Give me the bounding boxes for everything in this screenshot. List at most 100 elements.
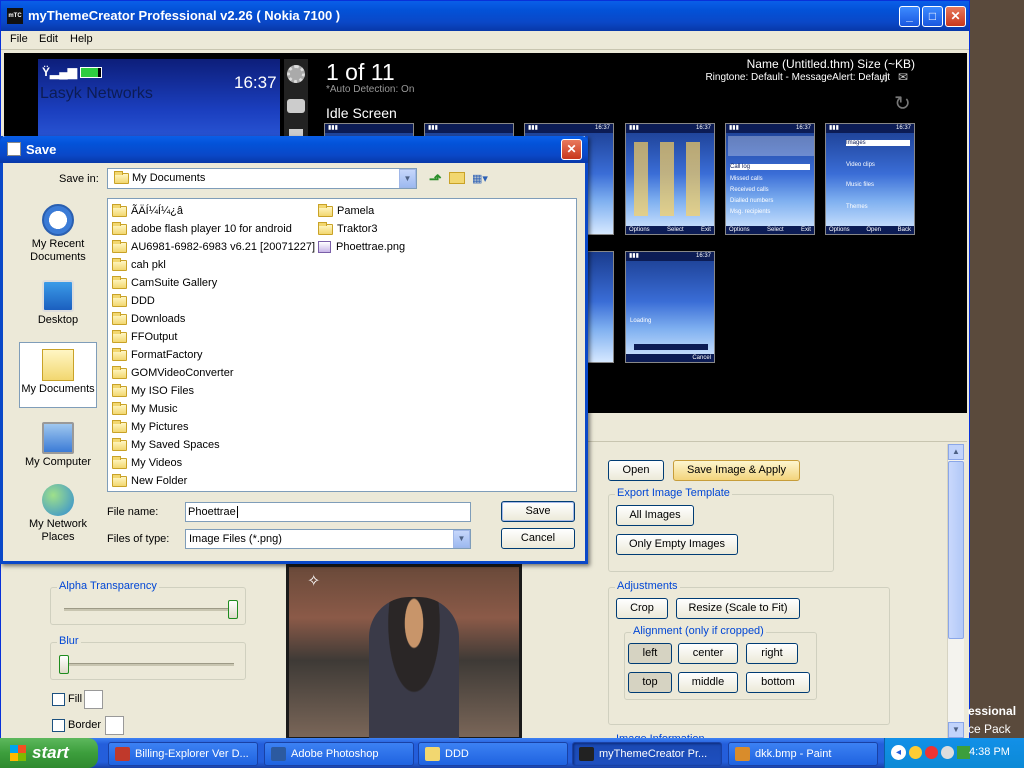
menu-help[interactable]: Help [70, 33, 93, 45]
thumbnail-call-log[interactable]: ▮▮▮ 16:37 Call log Missed calls Received… [725, 123, 815, 235]
list-item[interactable]: My Music [112, 400, 177, 418]
border-checkbox[interactable] [52, 719, 65, 732]
align-left-button[interactable]: left [628, 643, 672, 664]
message-alert-icon: ✉ [898, 70, 909, 84]
file-name-label: File name: [107, 506, 159, 518]
main-title-bar[interactable]: mTC myThemeCreator Professional v2.26 ( … [1, 1, 969, 31]
place-my-computer[interactable]: My Computer [13, 422, 103, 469]
list-item[interactable]: My Videos [112, 454, 182, 472]
list-item[interactable]: CamSuite Gallery [112, 274, 217, 292]
file-type-value: Image Files (*.png) [189, 533, 282, 545]
place-recent-documents[interactable]: My Recent Documents [13, 204, 103, 264]
app-icon [735, 747, 750, 761]
app-icon: mTC [7, 8, 23, 24]
list-item[interactable]: My ISO Files [112, 382, 194, 400]
taskbar-item[interactable]: myThemeCreator Pr... [572, 742, 722, 766]
thumbnail-loading[interactable]: ▮▮▮ 16:37 Loading Cancel [625, 251, 715, 363]
open-button[interactable]: Open [608, 460, 664, 481]
save-image-apply-button[interactable]: Save Image & Apply [673, 460, 800, 481]
list-item[interactable]: My Pictures [112, 418, 188, 436]
close-button[interactable]: ✕ [945, 6, 966, 27]
tray-icon-3[interactable] [941, 746, 954, 759]
list-item[interactable]: Phoettrae.png [318, 238, 405, 256]
fill-checkbox[interactable] [52, 693, 65, 706]
tray-icon-2[interactable] [925, 746, 938, 759]
clock[interactable]: 4:38 PM [969, 746, 1010, 758]
taskbar-item[interactable]: Billing-Explorer Ver D... [108, 742, 258, 766]
list-item[interactable]: FFOutput [112, 328, 177, 346]
list-item[interactable]: cah pkl [112, 256, 166, 274]
list-item[interactable]: DDD [112, 292, 155, 310]
refresh-icon[interactable]: ↻ [894, 91, 911, 116]
place-my-documents[interactable]: My Documents [19, 342, 97, 408]
blur-slider-track[interactable] [64, 663, 234, 666]
blur-slider-thumb[interactable] [59, 655, 69, 674]
align-right-button[interactable]: right [746, 643, 798, 664]
taskbar-item[interactable]: DDD [418, 742, 568, 766]
menu-edit[interactable]: Edit [39, 33, 58, 45]
list-item[interactable]: adobe flash player 10 for android [112, 220, 292, 238]
list-item[interactable]: AU6981-6982-6983 v6.21 [20071227] [112, 238, 315, 256]
fill-color-swatch[interactable] [84, 690, 103, 709]
menu-bar: File Edit Help [1, 31, 969, 50]
tray-icon-1[interactable] [909, 746, 922, 759]
align-bottom-button[interactable]: bottom [746, 672, 810, 693]
place-network[interactable]: My Network Places [13, 484, 103, 544]
battery-icon [80, 67, 102, 78]
border-color-swatch[interactable] [105, 716, 124, 735]
align-top-button[interactable]: top [628, 672, 672, 693]
dialog-close-button[interactable]: ✕ [561, 139, 582, 160]
tray-collapse-icon[interactable]: ◂ [891, 745, 906, 760]
image-file-icon [318, 241, 331, 254]
editor-scrollbar[interactable]: ▲ ▼ [947, 444, 964, 738]
minimize-button[interactable]: _ [899, 6, 920, 27]
alpha-slider-thumb[interactable] [228, 600, 238, 619]
file-type-chevron-icon[interactable]: ▼ [453, 530, 470, 548]
camera-icon[interactable] [287, 99, 305, 113]
list-item[interactable]: ÃÄÍ¼Í¼¿â [112, 202, 183, 220]
list-item[interactable]: New Folder [112, 472, 187, 490]
list-item[interactable]: Downloads [112, 310, 185, 328]
gear-icon[interactable] [287, 65, 305, 83]
align-center-button[interactable]: center [678, 643, 738, 664]
start-button[interactable]: start [0, 738, 98, 768]
list-item[interactable]: FormatFactory [112, 346, 203, 364]
taskbar-item[interactable]: Adobe Photoshop [264, 742, 414, 766]
file-list[interactable]: ÃÄÍ¼Í¼¿â adobe flash player 10 for androi… [107, 198, 577, 492]
scroll-thumb[interactable] [948, 461, 964, 639]
alpha-slider-track[interactable] [64, 608, 234, 611]
view-menu-icon[interactable]: ▦▾ [472, 172, 496, 186]
all-images-button[interactable]: All Images [616, 505, 694, 526]
file-name-input[interactable]: Phoettrae [185, 502, 471, 522]
operator-name: Lasyk Networks [40, 85, 153, 102]
list-item[interactable]: Traktor3 [318, 220, 378, 238]
up-folder-icon[interactable]: ⬏ [429, 170, 442, 188]
save-button[interactable]: Save [501, 501, 575, 522]
image-preview[interactable]: ✧ [286, 564, 522, 743]
only-empty-images-button[interactable]: Only Empty Images [616, 534, 738, 555]
align-middle-button[interactable]: middle [678, 672, 738, 693]
place-desktop[interactable]: Desktop [13, 280, 103, 327]
sparkle-icon: ✧ [307, 573, 321, 590]
list-item[interactable]: GOMVideoConverter [112, 364, 234, 382]
list-item[interactable]: Pamela [318, 202, 374, 220]
resize-button[interactable]: Resize (Scale to Fit) [676, 598, 800, 619]
taskbar-item[interactable]: dkk.bmp - Paint [728, 742, 878, 766]
phone-screen[interactable]: Ÿ▂▄▆ 16:37 Lasyk Networks [38, 59, 280, 145]
new-folder-icon[interactable] [449, 172, 465, 184]
app-icon [115, 747, 130, 761]
thumbnail-main-menu[interactable]: ▮▮▮ 16:37 Options Select Exit [625, 123, 715, 235]
scroll-up-button[interactable]: ▲ [948, 444, 964, 460]
list-item[interactable]: My Saved Spaces [112, 436, 220, 454]
save-in-dropdown[interactable]: My Documents ▼ [107, 168, 417, 189]
crop-button[interactable]: Crop [616, 598, 668, 619]
cancel-button[interactable]: Cancel [501, 528, 575, 549]
thumbnail-gallery[interactable]: ▮▮▮ 16:37 Images Video clips Music files… [825, 123, 915, 235]
maximize-button[interactable]: □ [922, 6, 943, 27]
menu-file[interactable]: File [10, 33, 28, 45]
scroll-down-button[interactable]: ▼ [948, 722, 964, 738]
app-icon [425, 747, 440, 761]
file-type-dropdown[interactable]: Image Files (*.png) ▼ [185, 529, 471, 549]
dialog-title-bar[interactable]: Save ✕ [0, 136, 588, 163]
chevron-down-icon[interactable]: ▼ [399, 169, 416, 188]
